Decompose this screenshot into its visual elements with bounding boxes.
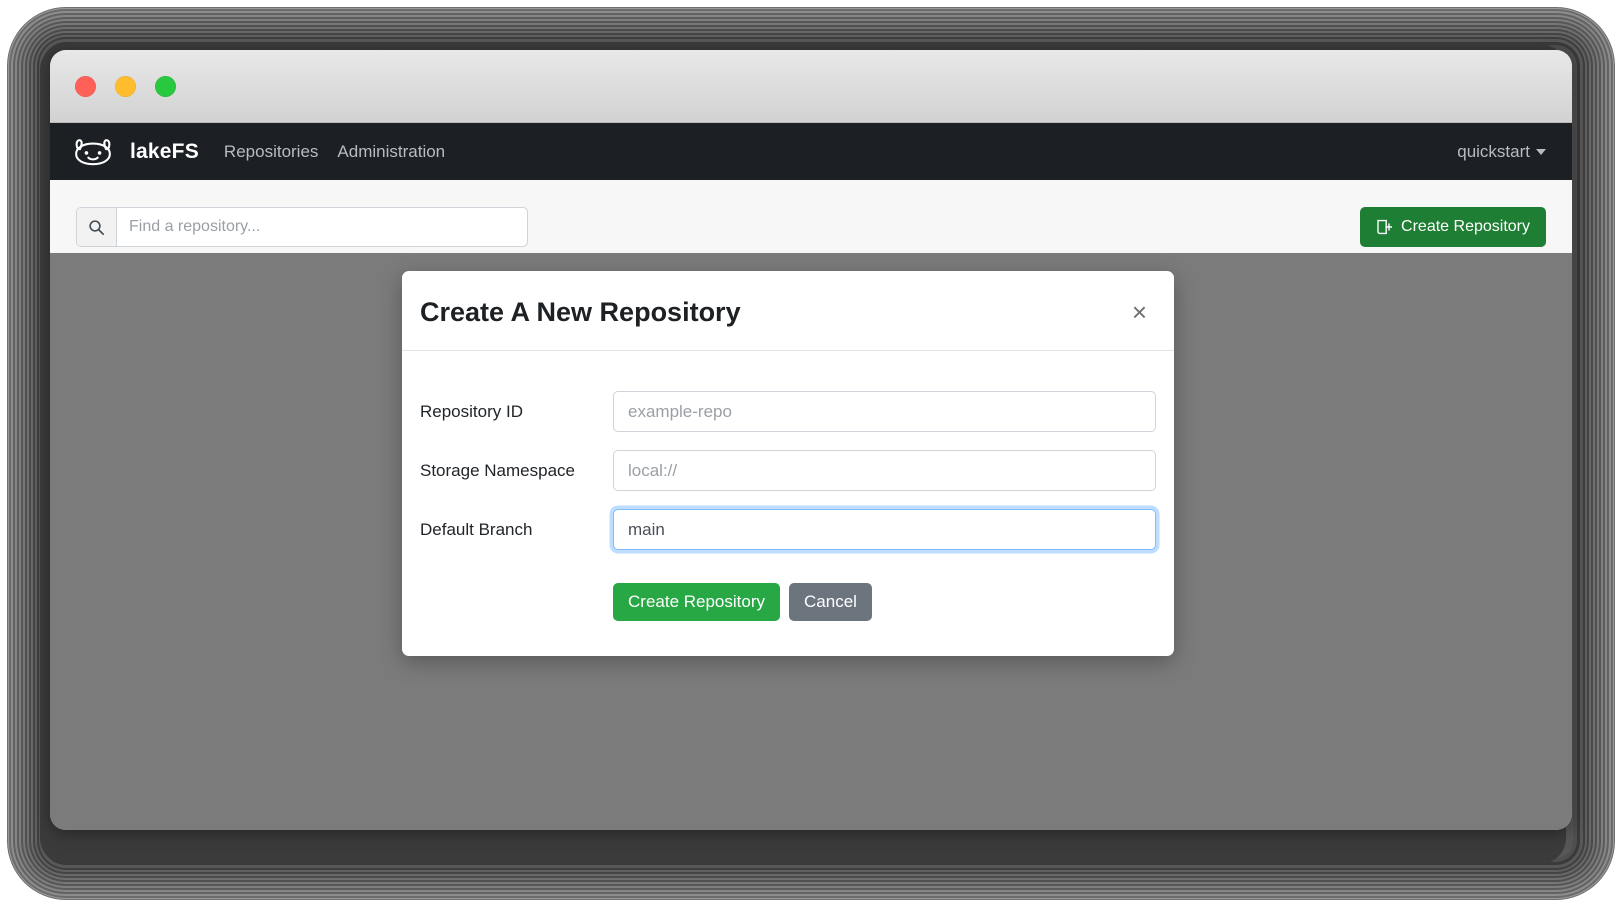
page-content: Create Repository Create A New Repositor… — [50, 180, 1572, 830]
label-repository-id: Repository ID — [420, 401, 523, 421]
caret-down-icon — [1536, 148, 1546, 155]
modal-body: Repository ID Storage Namespace Default … — [402, 351, 1174, 656]
window-close-button[interactable] — [75, 76, 96, 97]
modal-header: Create A New Repository × — [402, 271, 1174, 352]
browser-window: lakeFS Repositories Administration quick… — [50, 50, 1572, 830]
modal-title: Create A New Repository — [420, 297, 741, 327]
modal-actions: Create Repository Cancel — [420, 568, 1156, 656]
submit-create-repository-button[interactable]: Create Repository — [613, 583, 781, 622]
label-storage-namespace: Storage Namespace — [420, 460, 575, 480]
user-menu[interactable]: quickstart — [1457, 142, 1546, 162]
storage-namespace-input[interactable] — [613, 450, 1156, 492]
repositories-toolbar: Create Repository — [50, 180, 1572, 254]
search-icon — [77, 208, 117, 246]
window-titlebar — [50, 50, 1572, 123]
brand-name: lakeFS — [130, 139, 199, 163]
search-glass-icon — [89, 219, 105, 235]
window-maximize-button[interactable] — [155, 76, 176, 97]
form-row-default-branch: Default Branch — [420, 509, 1156, 551]
search-group[interactable] — [76, 207, 528, 247]
screenshot-root: lakeFS Repositories Administration quick… — [0, 0, 1622, 907]
cancel-button[interactable]: Cancel — [789, 583, 872, 622]
close-icon[interactable]: × — [1126, 295, 1153, 329]
label-default-branch: Default Branch — [420, 519, 533, 539]
repository-id-input[interactable] — [613, 391, 1156, 433]
default-branch-input[interactable] — [613, 509, 1156, 551]
brand[interactable]: lakeFS — [68, 137, 199, 167]
window-minimize-button[interactable] — [115, 76, 136, 97]
lakefs-logo-icon — [75, 138, 111, 165]
create-repository-modal: Create A New Repository × Repository ID … — [402, 271, 1174, 657]
traffic-lights — [75, 76, 176, 97]
create-repository-toolbar-button[interactable]: Create Repository — [1360, 207, 1546, 247]
app-navbar: lakeFS Repositories Administration quick… — [50, 123, 1572, 180]
search-input[interactable] — [117, 208, 527, 246]
repo-plus-icon — [1377, 219, 1393, 235]
user-menu-label: quickstart — [1457, 141, 1530, 161]
create-repository-toolbar-button-label: Create Repository — [1401, 218, 1530, 235]
form-row-repository-id: Repository ID — [420, 391, 1156, 433]
nav-link-administration[interactable]: Administration — [337, 142, 445, 162]
nav-link-repositories[interactable]: Repositories — [224, 142, 319, 162]
form-row-storage-namespace: Storage Namespace — [420, 450, 1156, 492]
